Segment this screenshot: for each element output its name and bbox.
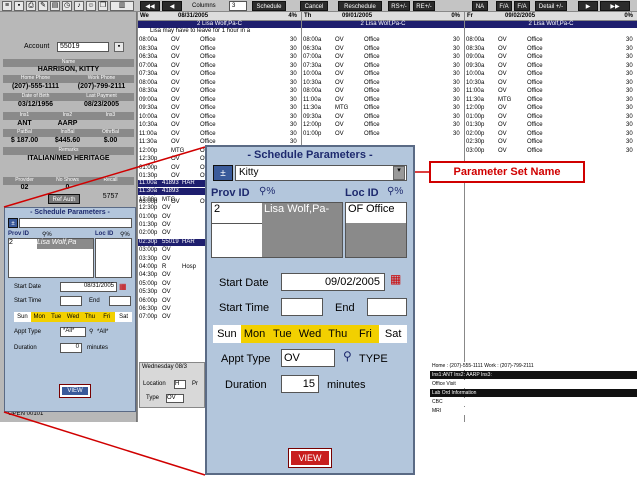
loc-id: OF [348,203,364,215]
day-thu[interactable]: Thu [323,325,352,343]
loc-search-icon[interactable]: ⚲% [387,186,403,197]
day-mon[interactable]: Mon [240,325,269,343]
params-title: - Schedule Parameters - [247,149,373,161]
parameter-set-name-callout: Parameter Set Name [429,161,585,183]
duration-label: Duration [225,379,267,391]
day-sat[interactable]: Sat [379,325,408,343]
start-date-label: Start Date [219,277,269,289]
prov-id-label: Prov ID [211,187,250,199]
start-date-field[interactable]: 09/02/2005 [281,273,385,291]
end-label: End [335,302,355,314]
type-label: TYPE [359,353,388,365]
prov-search-icon[interactable]: ⚲% [259,186,275,197]
loc-list[interactable]: OF Office [345,202,407,258]
day-sun[interactable]: Sun [213,325,241,343]
end-field[interactable] [367,298,407,316]
schedule-parameters-panel: - Schedule Parameters - ± Kitty ▾ Prov I… [205,145,415,475]
prov-list[interactable]: 2 Lisa Wolf,Pa- [211,202,343,258]
day-tue[interactable]: Tue [268,325,297,343]
param-set-select[interactable]: Kitty [235,165,407,181]
day-wed[interactable]: Wed [296,325,324,343]
loc-name: Office [366,203,395,215]
calendar-icon[interactable]: ▦ [390,272,401,286]
loc-id-label: Loc ID [345,187,379,199]
appt-type-label: Appt Type [221,353,271,365]
prov-name: Lisa Wolf,Pa- [262,203,342,257]
start-time-label: Start Time [219,302,270,314]
appt-type-field[interactable]: OV [281,349,335,367]
start-time-field[interactable] [281,298,323,316]
duration-field[interactable]: 15 [281,375,319,393]
day-selector: Sun Mon Tue Wed Thu Fri Sat [213,325,408,343]
view-button[interactable]: VIEW [288,448,332,468]
appt-search-icon[interactable]: ⚲ [343,349,352,363]
day-fri[interactable]: Fri [351,325,380,343]
plus-button[interactable]: ± [213,165,233,181]
chevron-down-icon[interactable]: ▾ [393,166,405,180]
minutes-label: minutes [327,379,366,391]
prov-id: 2 [214,203,221,215]
